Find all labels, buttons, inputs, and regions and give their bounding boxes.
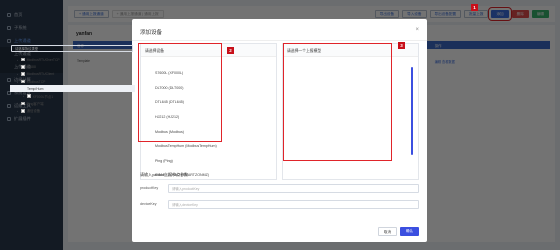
tree-checkbox[interactable] [21,72,25,77]
tree-checkbox[interactable] [21,108,25,113]
tree-node[interactable]: › Ping客户端 [10,100,135,107]
tree-checkbox[interactable] [27,94,31,98]
expand-arrow-icon[interactable]: › [22,94,25,98]
cancel-button[interactable]: 取消 [378,227,397,236]
highlight-box-protocols [283,43,392,161]
tree-node-label: ModbusTCP [26,79,46,84]
annotation-marker-2: 2 [227,47,234,54]
protocol-option[interactable]: SMARTZONMZ (SMARTZONMZ) [155,168,275,183]
tree-node-label: J0688 [26,64,36,69]
product-key-label: productKey [140,186,159,190]
tree-node-label: 通信设备 [26,109,41,114]
dialog-title: 添加设备 [140,30,163,36]
device-tree: › ModbusRTUOverTCP › J0688 › ModbusRTUClient ⌄… [10,56,135,114]
product-key-input[interactable]: 请输入productKey [168,183,419,193]
protocol-search-input[interactable]: 请选择协议类型 [11,45,133,52]
tree-node[interactable]: › ModbusRTUOverTCP [10,56,135,63]
tree-node[interactable]: Temp/Hum [10,85,135,93]
protocol-option[interactable]: Ping (Ping) [155,154,275,169]
product-key-row: productKey 请输入productKey [140,183,419,193]
tree-checkbox[interactable] [21,57,25,62]
expand-arrow-icon[interactable]: › [16,72,19,76]
annotation-marker-3: 3 [398,42,405,49]
close-icon[interactable]: × [415,27,419,33]
highlight-box-tree [138,43,222,142]
device-key-input[interactable]: 请输入deviceKey [168,199,419,209]
tree-checkbox[interactable] [21,101,25,106]
expand-arrow-icon[interactable]: ⌄ [16,80,19,84]
device-key-label: deviceKey [140,202,157,206]
tree-node-label: XF000L节点1 [32,94,54,99]
protocol-list-scrollbar[interactable] [411,67,413,155]
expand-arrow-icon[interactable]: › [16,65,19,69]
tree-node-label: ModbusRTUOverTCP [26,57,60,62]
annotation-marker-1: 1 [471,4,478,11]
tree-checkbox[interactable] [21,65,25,69]
expand-arrow-icon[interactable]: › [16,101,19,105]
tree-node[interactable]: › XF000L节点1 [10,92,135,99]
expand-arrow-icon[interactable]: › [16,109,19,113]
tree-node-label: Ping客户端 [26,101,44,106]
tree-node-label: Temp/Hum [27,86,44,91]
confirm-button[interactable]: 确认 [400,227,419,236]
device-key-row: deviceKey 请输入deviceKey [140,199,419,209]
tree-node[interactable]: › J0688 [10,63,135,70]
tree-node-label: ModbusRTUClient [26,72,55,77]
tree-node[interactable]: › ModbusRTUClient [10,71,135,78]
tree-node[interactable]: › 通信设备 [10,107,135,114]
expand-arrow-icon[interactable]: › [16,58,19,62]
tree-node[interactable]: ⌄ ModbusTCP [10,78,135,85]
dialog-divider [132,40,427,41]
tree-checkbox[interactable] [21,79,25,84]
